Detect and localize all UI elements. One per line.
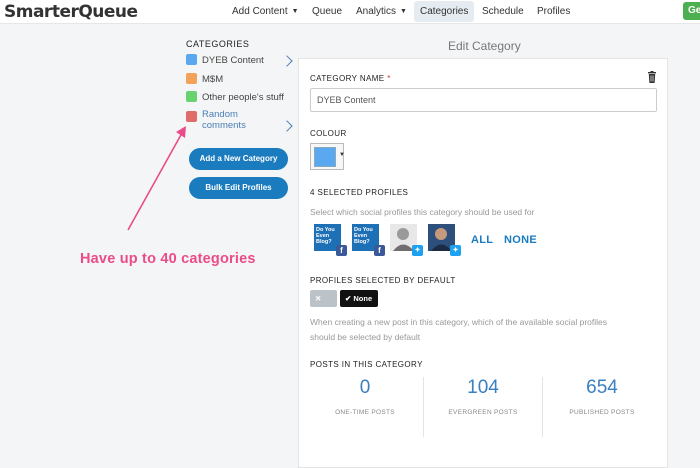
profile-avatar-label: Do You Even Blog?	[354, 227, 373, 245]
selected-profiles-label: 4 SELECTED PROFILES	[310, 188, 409, 197]
select-no-profiles-link[interactable]: NONE	[504, 234, 537, 246]
profiles-help-text: Select which social profiles this catego…	[310, 207, 535, 217]
default-none-label: None	[353, 294, 373, 303]
edit-category-title: Edit Category	[448, 39, 521, 53]
edit-category-panel: CATEGORY NAME * DYEB Content COLOUR ▼ 4 …	[298, 58, 668, 468]
stat-published-posts: 654 PUBLISHED POSTS	[542, 377, 662, 416]
facebook-icon: f	[374, 245, 385, 256]
colour-swatch	[314, 147, 336, 167]
profile-avatar-label: Do You Even Blog?	[316, 227, 335, 245]
stat-caption: PUBLISHED POSTS	[569, 409, 635, 416]
category-name-input[interactable]: DYEB Content	[310, 88, 657, 112]
stat-caption: EVERGREEN POSTS	[448, 409, 518, 416]
required-marker: *	[387, 74, 391, 83]
posts-in-category-label: POSTS IN THIS CATEGORY	[310, 360, 423, 369]
category-name-label: CATEGORY NAME *	[310, 74, 391, 83]
caret-down-icon: ▼	[339, 152, 345, 158]
stat-value: 104	[467, 377, 499, 398]
default-none-toggle[interactable]: ✔ None	[340, 290, 378, 307]
colour-picker[interactable]: ▼	[310, 143, 345, 170]
default-help-text-line-1: When creating a new post in this categor…	[310, 317, 608, 327]
stat-evergreen-posts: 104 EVERGREEN POSTS	[423, 377, 543, 416]
facebook-icon: f	[336, 245, 347, 256]
trash-icon[interactable]	[647, 71, 657, 83]
twitter-icon: ✦	[412, 245, 423, 256]
default-profiles-label: PROFILES SELECTED BY DEFAULT	[310, 276, 456, 285]
default-all-toggle[interactable]: ✕ All	[310, 290, 337, 320]
stat-value: 654	[586, 377, 618, 398]
select-all-profiles-link[interactable]: ALL	[471, 234, 493, 246]
annotation-text: Have up to 40 categories	[80, 251, 256, 267]
twitter-icon: ✦	[450, 245, 461, 256]
stat-caption: ONE-TIME POSTS	[335, 409, 395, 416]
colour-label: COLOUR	[310, 129, 347, 138]
stat-one-time-posts: 0 ONE-TIME POSTS	[305, 377, 425, 416]
stat-value: 0	[359, 377, 371, 398]
default-help-text-line-2: should be selected by default	[310, 332, 421, 342]
